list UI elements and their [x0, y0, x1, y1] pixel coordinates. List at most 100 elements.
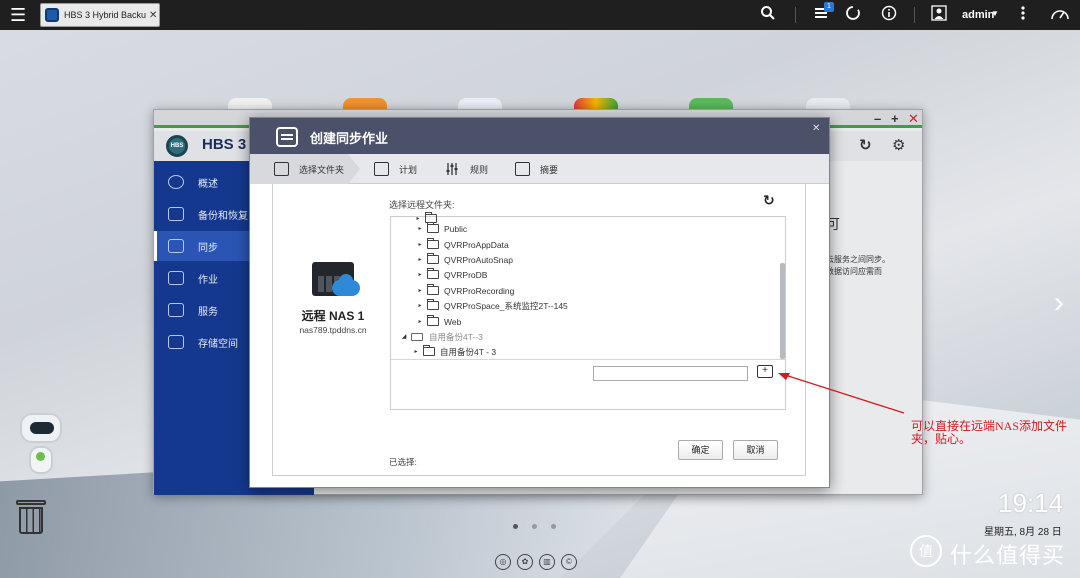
dialog-header: 创建同步作业 ✕: [250, 118, 829, 154]
page-dot[interactable]: [513, 524, 518, 529]
expand-arrow-icon[interactable]: ▸: [409, 348, 423, 355]
expand-arrow-icon[interactable]: ▸: [413, 318, 427, 325]
expand-arrow-icon[interactable]: ▸: [413, 256, 427, 263]
top-taskbar: ☰ HBS 3 Hybrid Backu... ✕ 1 admin ▼: [0, 0, 1080, 30]
tree-item-drive[interactable]: ◢ 自用备份4T--3: [397, 329, 483, 344]
expand-arrow-icon[interactable]: ▸: [413, 302, 427, 309]
folder-icon: [427, 284, 439, 295]
maximize-icon[interactable]: +: [891, 111, 899, 126]
user-avatar-icon[interactable]: [929, 5, 949, 25]
app-tab-hbs[interactable]: HBS 3 Hybrid Backu... ✕: [40, 3, 160, 27]
step-rules: 规则: [445, 154, 488, 184]
menu-icon[interactable]: ☰: [10, 6, 28, 24]
robot-face: [30, 422, 54, 434]
tree-item[interactable]: ▸ 自用备份4T - 3: [409, 344, 496, 359]
storage-icon: [168, 335, 184, 349]
select-remote-folder-label: 选择远程文件夹:: [389, 200, 455, 210]
step-label: 计划: [399, 164, 418, 175]
info-icon[interactable]: [879, 5, 899, 25]
refresh-icon[interactable]: ↻: [859, 136, 872, 154]
tree-item[interactable]: ▸ QVRProRecording: [413, 283, 514, 298]
folder-icon: [423, 345, 435, 356]
tree-item[interactable]: ▸ QVRProAutoSnap: [413, 252, 513, 267]
expand-arrow-icon[interactable]: ▸: [413, 241, 427, 248]
desktop-page-indicator: [513, 524, 556, 529]
chevron-down-icon[interactable]: ▼: [991, 9, 999, 18]
step-summary: 摘要: [515, 154, 558, 184]
dashboard-gauge-icon[interactable]: [1049, 5, 1071, 25]
username-label[interactable]: admin: [962, 9, 994, 21]
job-icon: [168, 271, 184, 285]
robot-indicator: [36, 452, 45, 461]
collapse-arrow-icon[interactable]: ◢: [397, 333, 411, 340]
content-text-fragment: 数据访问应需而: [826, 267, 882, 276]
backup-icon: [168, 207, 184, 221]
recycle-bin-icon[interactable]: [16, 500, 46, 534]
hbs-logo-icon: HBS: [166, 135, 188, 157]
annotation-arrow: [778, 373, 905, 414]
next-page-chevron-icon[interactable]: ›: [1054, 286, 1064, 320]
dock-icon[interactable]: ©: [561, 554, 577, 570]
sidebar-item-label: 存储空间: [198, 338, 238, 350]
close-icon[interactable]: ✕: [812, 123, 820, 134]
folder-icon: [427, 299, 439, 310]
new-folder-icon[interactable]: +: [757, 365, 773, 378]
tree-item[interactable]: ▸ QVRProSpace_系统监控2T--145: [413, 298, 568, 313]
step-label: 规则: [470, 164, 489, 175]
folder-icon: [427, 253, 439, 264]
minimize-icon[interactable]: –: [874, 111, 881, 126]
close-icon[interactable]: ✕: [908, 111, 919, 127]
hbs-app-icon: [45, 8, 59, 22]
dock-icon[interactable]: ◎: [495, 554, 511, 570]
sidebar-item-label: 备份和恢复: [198, 210, 248, 222]
expand-arrow-icon[interactable]: ▸: [413, 287, 427, 294]
sync-icon: [168, 239, 184, 253]
page-dot[interactable]: [551, 524, 556, 529]
page-dot[interactable]: [532, 524, 537, 529]
app-title: HBS 3: [202, 136, 247, 153]
step-select-folder: 选择文件夹: [250, 154, 348, 184]
dialog-body: 远程 NAS 1 nas789.tpddns.cn 选择远程文件夹: ↻ ▸ ▸…: [272, 184, 806, 476]
tree-footer: +: [391, 359, 785, 409]
nas-name: 远程 NAS 1: [301, 309, 365, 323]
new-folder-name-input[interactable]: [593, 366, 748, 381]
sidebar-item-label: 概述: [198, 178, 218, 190]
search-icon[interactable]: [758, 5, 778, 25]
annotation-text: 可以直接在远端NAS添加文件夹，贴心。: [911, 419, 1068, 446]
more-options-icon[interactable]: [1013, 5, 1033, 25]
nas-host: nas789.tpddns.cn: [299, 325, 367, 335]
sidebar-item-label: 服务: [198, 306, 218, 318]
tree-item[interactable]: ▸ QVRProAppData: [413, 237, 509, 252]
app-tab-label: HBS 3 Hybrid Backu...: [64, 10, 146, 20]
refresh-icon[interactable]: ↻: [763, 192, 775, 209]
expand-arrow-icon[interactable]: ▸: [413, 271, 427, 278]
sliders-icon: [445, 162, 460, 176]
sync-status-icon[interactable]: [843, 5, 863, 25]
tree-scrollbar[interactable]: [780, 263, 785, 359]
folder-select-icon: [274, 162, 289, 176]
dock-icon[interactable]: ▥: [539, 554, 555, 570]
bottom-dock: ◎ ✿ ▥ ©: [495, 554, 577, 570]
tree-item[interactable]: ▸ QVRProDB: [413, 267, 487, 282]
service-icon: [168, 303, 184, 317]
tree-item[interactable]: ▸ Web: [413, 314, 461, 329]
calendar-icon: [374, 162, 389, 176]
desktop-clock: 19:14: [998, 488, 1064, 518]
cancel-button[interactable]: 取消: [733, 440, 778, 460]
background-tasks-icon[interactable]: 1: [811, 2, 834, 25]
dialog-title: 创建同步作业: [310, 131, 389, 146]
settings-icon[interactable]: ⚙: [892, 136, 905, 154]
folder-tree: ▸ ▸ Public ▸ QVRProAppData ▸ QVRProAutoSnap…: [390, 212, 786, 410]
folder-icon: [427, 222, 439, 233]
ok-button[interactable]: 确定: [678, 440, 723, 460]
step-arrow: [348, 154, 360, 184]
create-sync-job-dialog: 创建同步作业 ✕ 选择文件夹 计划 规则 摘要 远程 NAS 1 nas789.…: [249, 117, 830, 488]
dock-icon[interactable]: ✿: [517, 554, 533, 570]
toolbar-divider: [914, 7, 915, 23]
tab-close-icon[interactable]: ✕: [149, 10, 157, 21]
speedometer-icon: [168, 175, 184, 189]
step-label: 摘要: [540, 164, 559, 175]
expand-arrow-icon[interactable]: ▸: [413, 225, 427, 232]
tree-item[interactable]: ▸ Public: [413, 221, 467, 236]
notification-badge: 1: [824, 2, 834, 12]
